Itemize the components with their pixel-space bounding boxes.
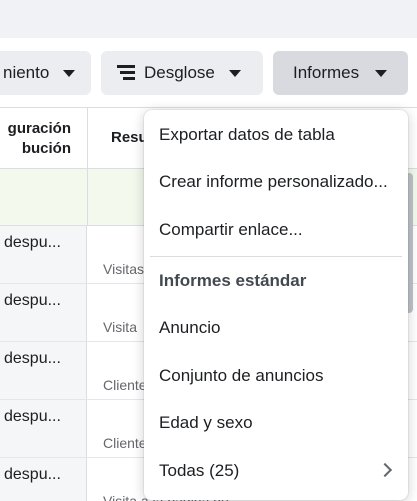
row-result-subtext: Cliente: [103, 377, 147, 393]
row-name: despu...: [4, 234, 61, 251]
row-name: despu...: [4, 408, 61, 425]
row-result-subtext: Visita: [103, 319, 137, 335]
informes-label: Informes: [293, 63, 360, 82]
column-divider: [87, 169, 88, 226]
menu-item-export-table[interactable]: Exportar datos de tabla: [144, 112, 408, 158]
menu-item-ad[interactable]: Anuncio: [144, 305, 408, 351]
rendimiento-label: niento: [3, 63, 50, 82]
row-name: despu...: [4, 466, 61, 483]
menu-item-all-reports[interactable]: Todas (25): [144, 448, 408, 494]
menu-item-age-gender[interactable]: Edad y sexo: [144, 400, 408, 446]
menu-item-create-custom-report[interactable]: Crear informe personalizado...: [144, 159, 408, 205]
row-name-cell: despu...: [0, 342, 87, 399]
caret-down-icon: [63, 69, 76, 77]
row-result-subtext: Cliente: [103, 435, 147, 451]
top-bar: [0, 0, 417, 38]
rendimiento-dropdown-button[interactable]: niento: [0, 51, 91, 95]
toolbar: niento Desglose Informes: [0, 38, 417, 108]
row-result-subtext: Visitas: [103, 261, 144, 277]
menu-item-share-link[interactable]: Compartir enlace...: [144, 207, 408, 253]
desglose-label: Desglose: [144, 63, 215, 82]
caret-down-icon: [375, 69, 388, 77]
informes-menu: Exportar datos de tabla Crear informe pe…: [144, 110, 408, 500]
column-header-attribution[interactable]: guración bución: [0, 119, 87, 159]
chevron-right-icon: [377, 462, 393, 478]
desglose-dropdown-button[interactable]: Desglose: [101, 51, 263, 95]
menu-item-all-label: Todas (25): [159, 461, 240, 480]
row-name-cell: despu...: [0, 400, 87, 457]
column-header-results[interactable]: Resu: [111, 129, 148, 146]
row-name-cell: despu...: [0, 458, 87, 501]
informes-dropdown-button[interactable]: Informes: [273, 51, 408, 95]
menu-section-standard-reports: Informes estándar: [159, 271, 307, 290]
row-name: despu...: [4, 292, 61, 309]
column-divider: [87, 108, 88, 169]
row-name-cell: despu...: [0, 284, 87, 341]
menu-divider: [150, 256, 402, 257]
menu-item-ad-set[interactable]: Conjunto de anuncios: [144, 353, 408, 399]
breakdown-icon: [117, 64, 135, 82]
row-name: despu...: [4, 350, 61, 367]
caret-down-icon: [228, 69, 241, 77]
row-name-cell: despu...: [0, 226, 87, 283]
